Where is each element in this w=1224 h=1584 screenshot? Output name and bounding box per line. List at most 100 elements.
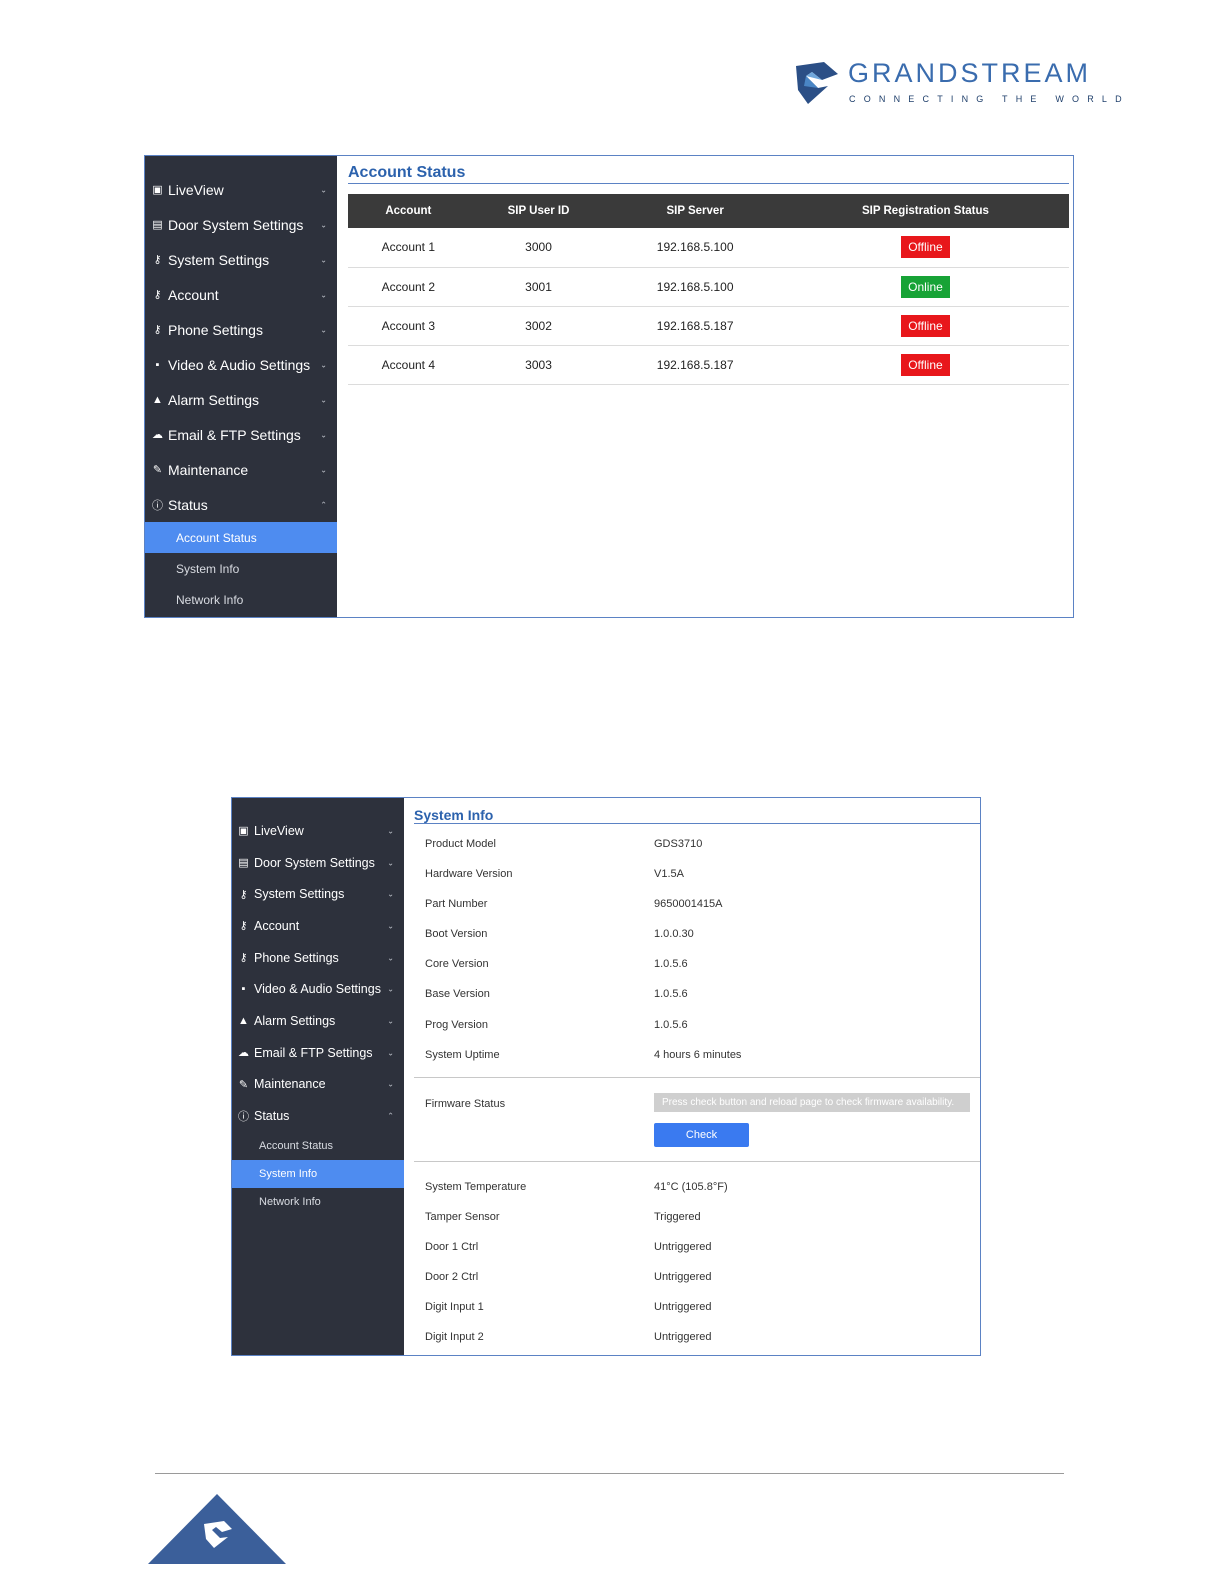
sidebar-item-label: Phone Settings [254, 950, 339, 965]
chevron-down-icon: ⌄ [387, 921, 394, 931]
status-badge: Offline [901, 236, 950, 259]
sidebar-item-label: Maintenance [254, 1077, 326, 1092]
sidebar-subitem-system-info[interactable]: System Info [145, 553, 337, 584]
wrench-icon: ✎ [152, 464, 163, 476]
column-header: SIP User ID [468, 194, 609, 228]
sidebar-item-label: Status [254, 1109, 290, 1124]
chevron-down-icon: ⌄ [387, 1016, 394, 1026]
info-label: Core Version [425, 958, 489, 971]
sidebar-item-label: Status [168, 496, 208, 513]
account-status-table: Account SIP User ID SIP Server SIP Regis… [348, 194, 1069, 385]
sidebar-item-label: System Settings [168, 251, 270, 268]
sidebar-item-label: Email & FTP Settings [168, 426, 301, 443]
info-row-part-number: Part Number 9650001415A [414, 889, 980, 919]
info-value: 1.0.5.6 [654, 958, 688, 971]
sensor-label: Digit Input 2 [425, 1331, 484, 1344]
sidebar-item-email-ftp-settings[interactable]: ☁ Email & FTP Settings ⌄ [232, 1037, 404, 1069]
sensor-label: Digit Input 1 [425, 1301, 484, 1314]
info-icon: ⓘ [238, 1111, 249, 1124]
server-cell: 192.168.5.100 [608, 267, 782, 307]
key-icon: ⚷ [153, 289, 162, 301]
chevron-down-icon: ⌄ [320, 360, 327, 369]
key-icon: ⚷ [153, 324, 162, 336]
info-label: Product Model [425, 838, 496, 850]
sidebar-item-label: Video & Audio Settings [254, 982, 381, 997]
sidebar-item-maintenance[interactable]: ✎ Maintenance ⌄ [145, 452, 337, 487]
grandstream-emblem-icon [796, 62, 838, 104]
key-icon: ⚷ [239, 952, 248, 965]
sidebar-item-door-system-settings[interactable]: ▤ Door System Settings ⌄ [145, 207, 337, 242]
sidebar-item-system-settings[interactable]: ⚷ System Settings ⌄ [232, 878, 404, 910]
sidebar-subitem-account-status[interactable]: Account Status [145, 522, 337, 553]
sidebar-item-label: Video & Audio Settings [168, 356, 311, 373]
sidebar-item-maintenance[interactable]: ✎ Maintenance ⌄ [232, 1069, 404, 1101]
sidebar-item-liveview[interactable]: ▣ LiveView ⌄ [232, 815, 404, 847]
status-cell: Online [781, 267, 1069, 307]
info-value: 9650001415A [654, 898, 723, 911]
chevron-down-icon: ⌄ [387, 889, 394, 899]
sidebar-item-status[interactable]: ⓘ Status ⌃ [232, 1100, 404, 1132]
sensor-row-digit-input-1: Digit Input 1 Untriggered [414, 1292, 980, 1322]
cloud-icon: ☁ [238, 1047, 249, 1060]
info-row-boot-version: Boot Version 1.0.0.30 [414, 919, 980, 949]
grandstream-triangle-logo-icon [148, 1494, 286, 1564]
status-badge: Offline [901, 353, 950, 376]
info-row-base-version: Base Version 1.0.5.6 [414, 979, 980, 1009]
sidebar-subitem-network-info[interactable]: Network Info [232, 1188, 404, 1216]
chevron-down-icon: ⌄ [320, 185, 327, 194]
sidebar-item-video-audio-settings[interactable]: ▪ Video & Audio Settings ⌄ [145, 347, 337, 382]
status-cell: Offline [781, 345, 1069, 385]
info-row-hardware-version: Hardware Version V1.5A [414, 859, 980, 889]
brand-name: GRANDSTREAM [848, 58, 1092, 88]
sidebar-item-label: Maintenance [168, 461, 249, 478]
sidebar-item-status[interactable]: ⓘ Status ⌃ [145, 487, 337, 522]
sidebar-item-video-audio-settings[interactable]: ▪ Video & Audio Settings ⌄ [232, 973, 404, 1005]
sidebar-item-door-system-settings[interactable]: ▤ Door System Settings ⌄ [232, 847, 404, 879]
info-label: Part Number [425, 898, 488, 911]
sidebar-item-account[interactable]: ⚷ Account ⌄ [232, 910, 404, 942]
main-content: System Info Product Model GDS3710 Hardwa… [404, 798, 980, 1355]
sensor-label: Door 2 Ctrl [425, 1271, 479, 1284]
sidebar-item-email-ftp-settings[interactable]: ☁ Email & FTP Settings ⌄ [145, 417, 337, 452]
sidebar-subitem-system-info[interactable]: System Info [232, 1159, 404, 1188]
info-value: 4 hours 6 minutes [654, 1048, 742, 1061]
user-id-cell: 3002 [468, 306, 609, 346]
card-icon: ▤ [238, 857, 249, 870]
wrench-icon: ✎ [238, 1078, 249, 1091]
account-cell: Account 1 [348, 228, 469, 268]
user-id-cell: 3003 [468, 345, 609, 385]
grandstream-logo: GRANDSTREAM CONNECTING THE WORLD [792, 58, 1122, 110]
info-label: Prog Version [425, 1018, 488, 1031]
chevron-down-icon: ⌄ [320, 220, 327, 229]
chevron-down-icon: ⌄ [387, 826, 394, 836]
server-cell: 192.168.5.187 [608, 345, 782, 385]
sidebar-item-liveview[interactable]: ▣ LiveView ⌄ [145, 172, 337, 207]
sidebar-item-account[interactable]: ⚷ Account ⌄ [145, 277, 337, 312]
key-icon: ⚷ [239, 888, 248, 901]
footer-logo [148, 1494, 286, 1571]
sidebar-item-system-settings[interactable]: ⚷ System Settings ⌄ [145, 242, 337, 277]
sidebar-item-label: Account [168, 286, 219, 303]
column-header: SIP Server [608, 194, 782, 228]
sidebar-item-phone-settings[interactable]: ⚷ Phone Settings ⌄ [145, 312, 337, 347]
sidebar-item-alarm-settings[interactable]: ▲ Alarm Settings ⌄ [232, 1005, 404, 1037]
sensor-value: Triggered [654, 1210, 701, 1223]
sidebar-item-phone-settings[interactable]: ⚷ Phone Settings ⌄ [232, 942, 404, 974]
sidebar-item-label: System Settings [254, 887, 345, 902]
status-cell: Offline [781, 306, 1069, 346]
sensor-row-system-temperature: System Temperature 41°C (105.8°F) [414, 1172, 980, 1202]
sidebar-subitem-account-status[interactable]: Account Status [232, 1132, 404, 1160]
user-id-cell: 3001 [468, 267, 609, 307]
camera-mic-icon: ▪ [241, 983, 246, 996]
account-cell: Account 3 [348, 306, 469, 346]
sensor-value: Untriggered [654, 1240, 712, 1253]
chevron-down-icon: ⌄ [320, 325, 327, 334]
status-cell: Offline [781, 228, 1069, 268]
sidebar-subitem-network-info[interactable]: Network Info [145, 584, 337, 615]
check-button[interactable]: Check [654, 1122, 749, 1147]
sidebar-item-alarm-settings[interactable]: ▲ Alarm Settings ⌄ [145, 382, 337, 417]
chevron-down-icon: ⌄ [320, 395, 327, 404]
sidebar-item-label: Alarm Settings [254, 1013, 336, 1028]
chevron-up-icon: ⌃ [320, 500, 327, 509]
main-content: Account Status Account SIP User ID SIP S… [337, 156, 1073, 617]
